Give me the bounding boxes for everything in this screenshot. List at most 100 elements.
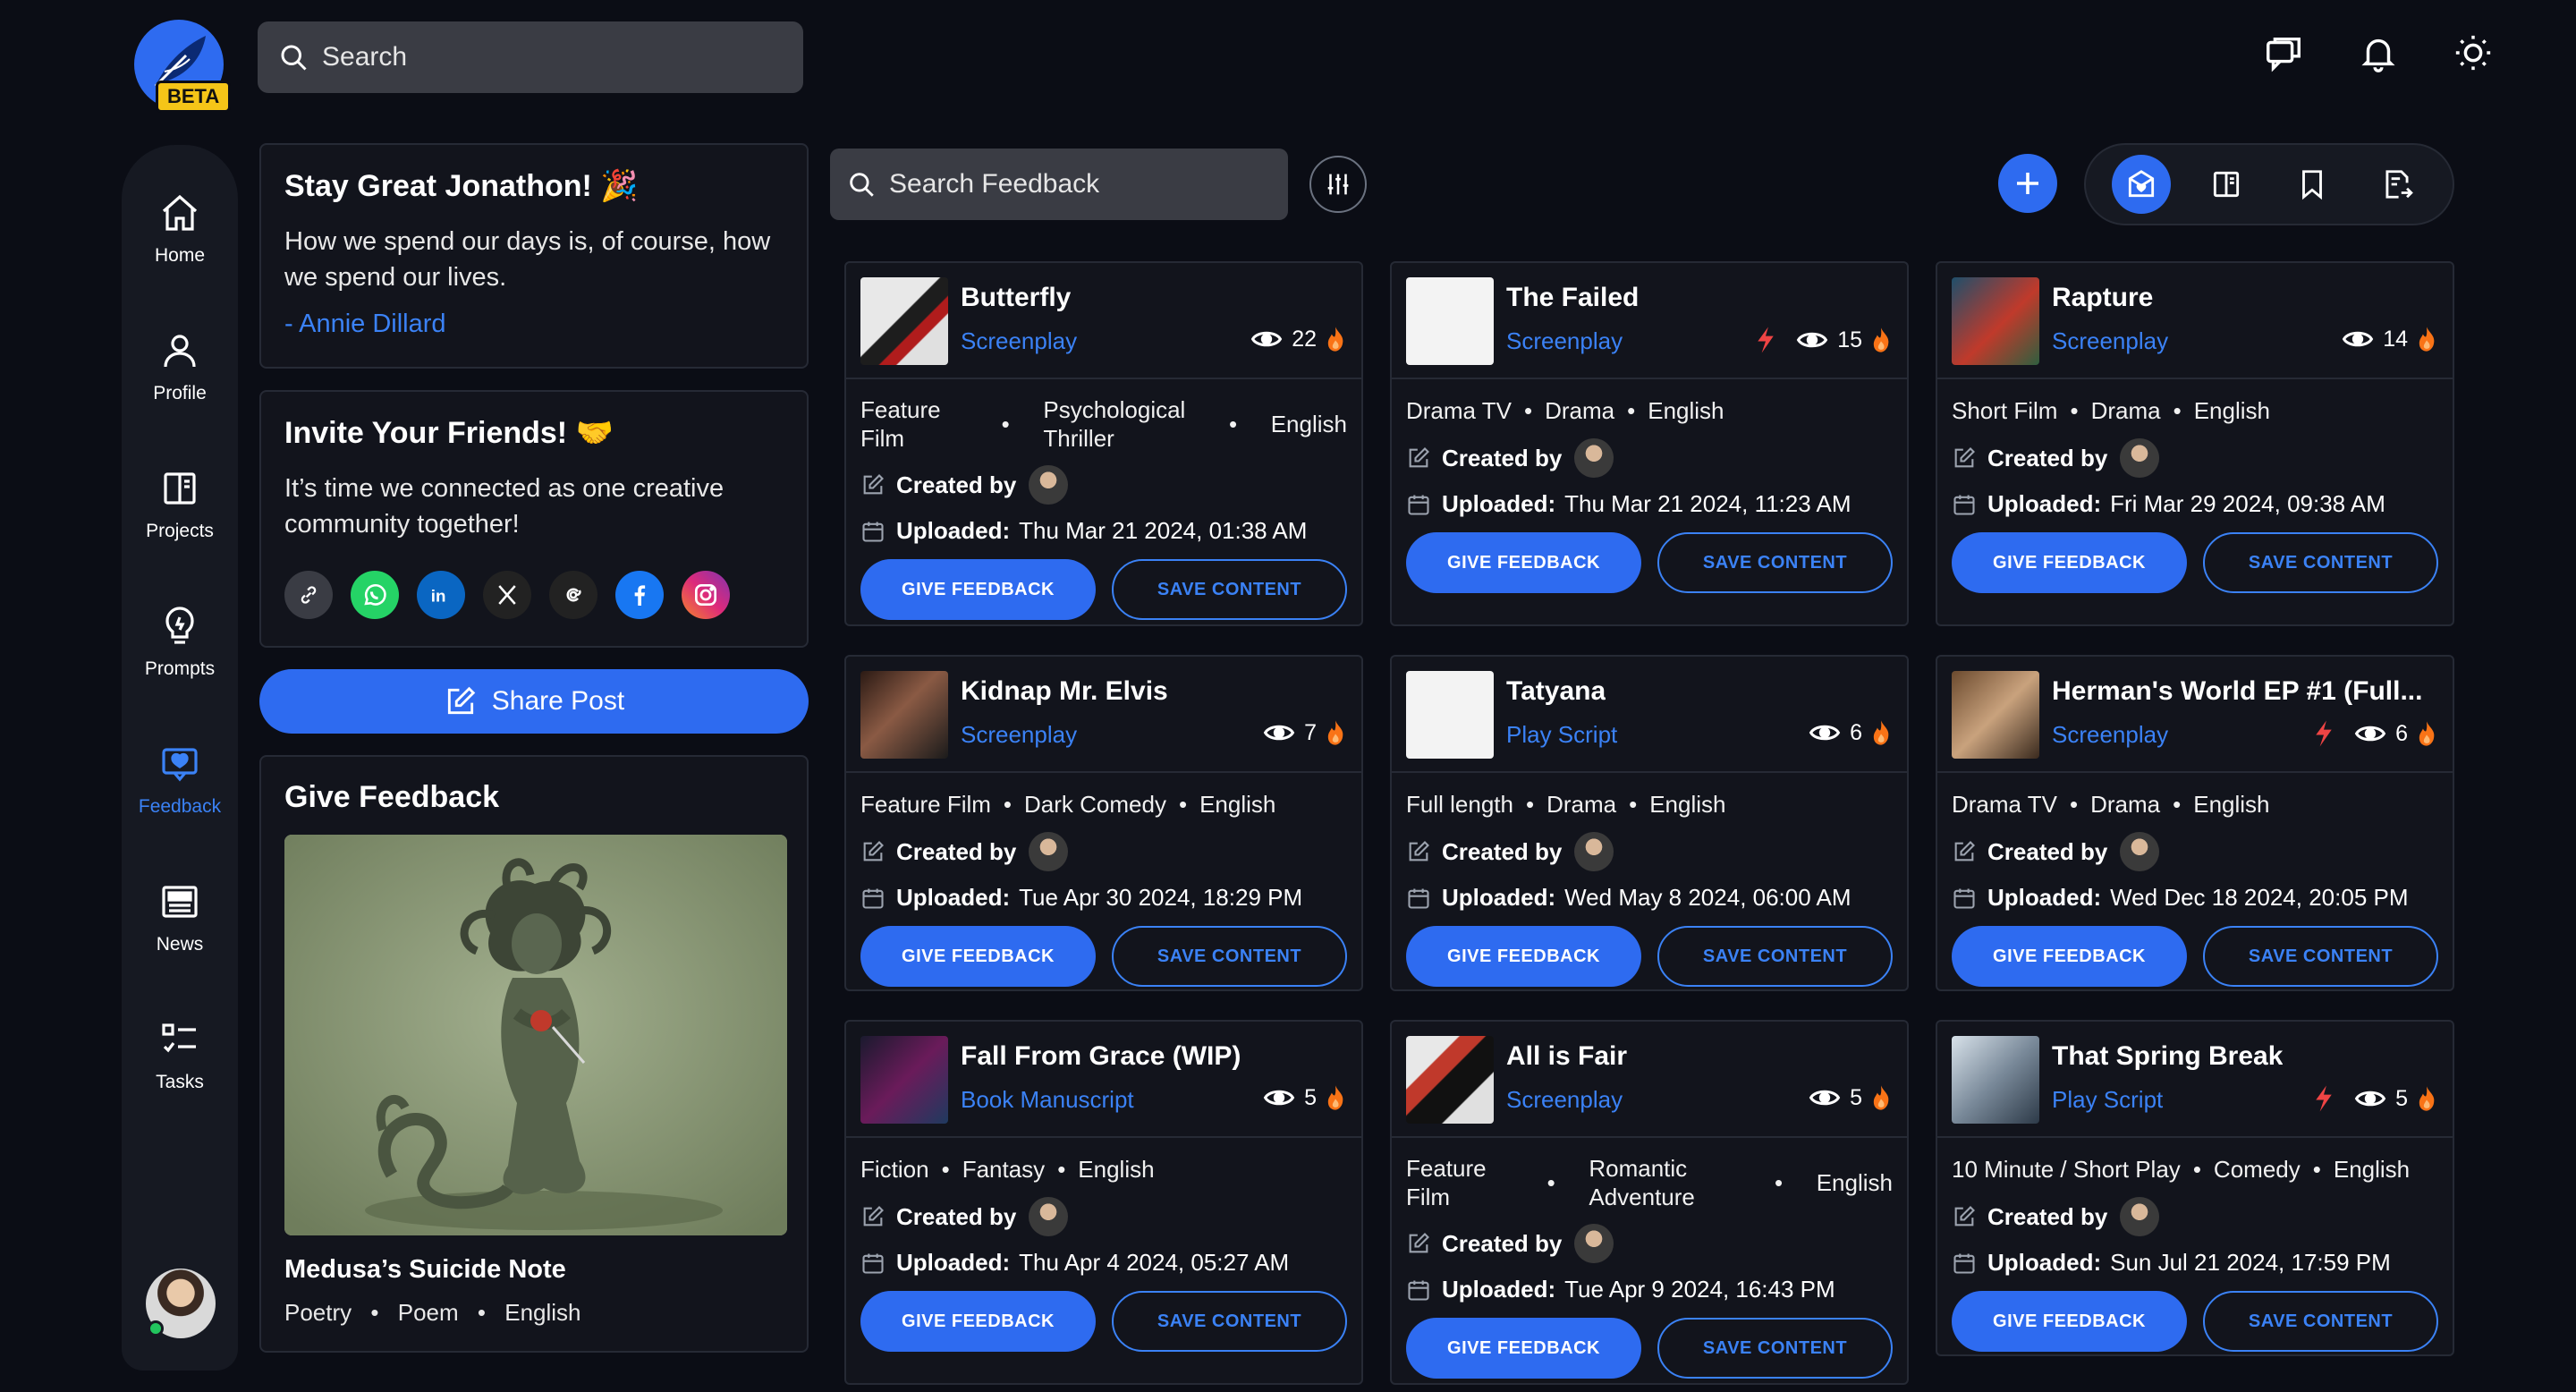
- calendar-icon: [1953, 1253, 1975, 1274]
- content-type[interactable]: Screenplay: [1506, 327, 1623, 355]
- fire-icon: [1873, 720, 1889, 745]
- content-type[interactable]: Play Script: [2052, 1086, 2163, 1114]
- created-by-row: Created by: [1952, 832, 2438, 871]
- card-title[interactable]: That Spring Break: [2052, 1041, 2283, 1072]
- view-saved-button[interactable]: [2283, 155, 2342, 214]
- user-avatar[interactable]: [146, 1269, 216, 1338]
- nav-label: Home: [154, 245, 206, 266]
- creator-avatar[interactable]: [1574, 1224, 1614, 1263]
- creator-avatar[interactable]: [1029, 465, 1069, 505]
- card-title[interactable]: The Failed: [1506, 283, 1639, 313]
- card-title[interactable]: Tatyana: [1506, 676, 1606, 707]
- save-content-button[interactable]: SAVE CONTENT: [1112, 1291, 1347, 1352]
- filter-button[interactable]: [1309, 156, 1367, 213]
- x-share-button[interactable]: [483, 571, 531, 619]
- nav-item-profile[interactable]: Profile: [122, 329, 238, 404]
- nav-item-prompts[interactable]: Prompts: [122, 605, 238, 680]
- content-type[interactable]: Play Script: [1506, 721, 1617, 749]
- save-content-button[interactable]: SAVE CONTENT: [1112, 926, 1347, 987]
- instagram-share-button[interactable]: [682, 571, 730, 619]
- give-feedback-button[interactable]: GIVE FEEDBACK: [860, 926, 1096, 987]
- cover-thumbnail[interactable]: [1406, 1036, 1494, 1124]
- uploaded-row: Uploaded: Thu Apr 4 2024, 05:27 AM: [860, 1249, 1347, 1277]
- view-export-button[interactable]: [2368, 155, 2427, 214]
- created-by-row: Created by: [1952, 438, 2438, 478]
- give-feedback-button[interactable]: GIVE FEEDBACK: [1952, 1291, 2187, 1352]
- give-feedback-button[interactable]: GIVE FEEDBACK: [1952, 532, 2187, 593]
- cover-thumbnail[interactable]: [1952, 1036, 2039, 1124]
- save-content-button[interactable]: SAVE CONTENT: [1657, 926, 1893, 987]
- cover-thumbnail[interactable]: [1406, 277, 1494, 365]
- nav-item-feedback[interactable]: Feedback: [122, 743, 238, 818]
- content-type[interactable]: Screenplay: [2052, 327, 2168, 355]
- linkedin-share-button[interactable]: in: [417, 571, 465, 619]
- give-feedback-button[interactable]: GIVE FEEDBACK: [1406, 926, 1641, 987]
- give-feedback-button[interactable]: GIVE FEEDBACK: [860, 559, 1096, 620]
- save-content-button[interactable]: SAVE CONTENT: [2203, 532, 2438, 593]
- global-search[interactable]: [258, 21, 803, 93]
- save-content-button[interactable]: SAVE CONTENT: [2203, 1291, 2438, 1352]
- cover-thumbnail[interactable]: [860, 671, 948, 759]
- content-type[interactable]: Book Manuscript: [961, 1086, 1134, 1114]
- copy-link-button[interactable]: [284, 571, 333, 619]
- card-title[interactable]: Butterfly: [961, 283, 1071, 313]
- creator-avatar[interactable]: [1574, 832, 1614, 871]
- view-inbox-button[interactable]: [2111, 155, 2171, 214]
- creator-avatar[interactable]: [2120, 832, 2160, 871]
- view-split-button[interactable]: [2197, 155, 2256, 214]
- cover-thumbnail[interactable]: [860, 277, 948, 365]
- messages-button[interactable]: [2261, 30, 2306, 75]
- cover-thumbnail[interactable]: [1952, 671, 2039, 759]
- edit-icon: [1409, 1233, 1429, 1253]
- creator-avatar[interactable]: [2120, 1197, 2160, 1236]
- view-count: 5: [1304, 1084, 1317, 1110]
- nav-item-news[interactable]: News: [122, 880, 238, 955]
- whatsapp-share-button[interactable]: [351, 571, 399, 619]
- threads-share-button[interactable]: [549, 571, 597, 619]
- eye-icon: [1263, 725, 1295, 741]
- creator-avatar[interactable]: [1574, 438, 1614, 478]
- save-content-button[interactable]: SAVE CONTENT: [1657, 532, 1893, 593]
- featured-item-title[interactable]: Medusa’s Suicide Note: [284, 1255, 784, 1285]
- card-title[interactable]: Fall From Grace (WIP): [961, 1041, 1241, 1072]
- give-feedback-button[interactable]: GIVE FEEDBACK: [1406, 1318, 1641, 1379]
- content-type[interactable]: Screenplay: [961, 721, 1077, 749]
- share-post-button[interactable]: Share Post: [259, 669, 809, 734]
- quote-author[interactable]: - Annie Dillard: [284, 306, 784, 342]
- app-logo[interactable]: BETA: [134, 20, 232, 113]
- nav-item-tasks[interactable]: Tasks: [122, 1018, 238, 1093]
- feedback-search-input[interactable]: [889, 169, 1283, 199]
- card-tags: Feature Film • Romantic Adventure • English: [1406, 1155, 1893, 1210]
- creator-avatar[interactable]: [2120, 438, 2160, 478]
- save-content-button[interactable]: SAVE CONTENT: [1657, 1318, 1893, 1379]
- facebook-share-button[interactable]: [615, 571, 664, 619]
- card-title[interactable]: All is Fair: [1506, 1041, 1627, 1072]
- creator-avatar[interactable]: [1029, 832, 1069, 871]
- card-title[interactable]: Kidnap Mr. Elvis: [961, 676, 1168, 707]
- save-content-button[interactable]: SAVE CONTENT: [2203, 926, 2438, 987]
- cover-thumbnail[interactable]: [1952, 277, 2039, 365]
- cover-thumbnail[interactable]: [860, 1036, 948, 1124]
- content-type[interactable]: Screenplay: [961, 327, 1077, 355]
- save-content-button[interactable]: SAVE CONTENT: [1112, 559, 1347, 620]
- theme-toggle-button[interactable]: [2451, 30, 2496, 75]
- give-feedback-button[interactable]: GIVE FEEDBACK: [860, 1291, 1096, 1352]
- global-search-input[interactable]: [322, 42, 787, 72]
- feedback-search[interactable]: [830, 149, 1288, 220]
- uploaded-label: Uploaded:: [896, 517, 1011, 544]
- card-title[interactable]: Herman's World EP #1 (Full...: [2052, 676, 2422, 707]
- add-feedback-button[interactable]: [1998, 154, 2057, 213]
- give-feedback-button[interactable]: GIVE FEEDBACK: [1952, 926, 2187, 987]
- uploaded-date: Sun Jul 21 2024, 17:59 PM: [2110, 1249, 2391, 1276]
- nav-item-home[interactable]: Home: [122, 191, 238, 267]
- cover-thumbnail[interactable]: [1406, 671, 1494, 759]
- view-count: 22: [1292, 326, 1317, 352]
- nav-item-projects[interactable]: Projects: [122, 467, 238, 542]
- creator-avatar[interactable]: [1029, 1197, 1069, 1236]
- content-type[interactable]: Screenplay: [2052, 721, 2168, 749]
- card-title[interactable]: Rapture: [2052, 283, 2153, 313]
- content-type[interactable]: Screenplay: [1506, 1086, 1623, 1114]
- notifications-button[interactable]: [2356, 30, 2401, 75]
- give-feedback-button[interactable]: GIVE FEEDBACK: [1406, 532, 1641, 593]
- featured-artwork-image[interactable]: [284, 835, 787, 1235]
